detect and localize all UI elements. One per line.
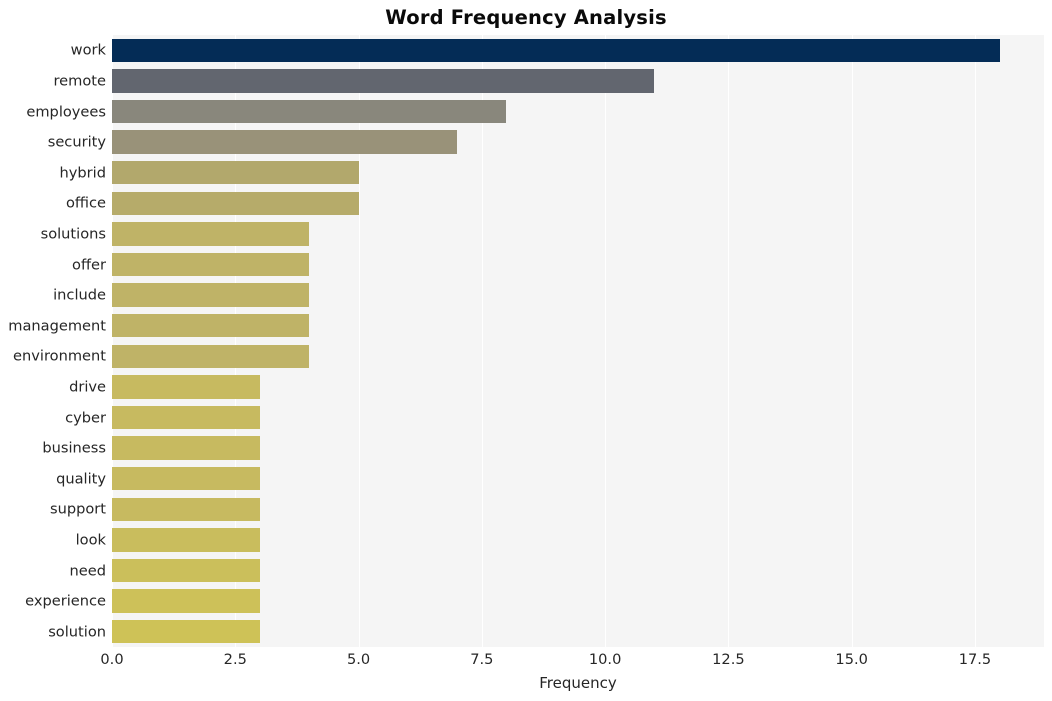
y-tick-label-drive: drive — [69, 378, 106, 396]
bar-band — [112, 188, 1044, 219]
bar-environment[interactable] — [112, 344, 310, 368]
bar-band — [112, 157, 1044, 188]
bar-security[interactable] — [112, 130, 458, 154]
bar-offer[interactable] — [112, 252, 310, 277]
bar-band — [112, 341, 1044, 372]
y-tick-label-experience: experience — [25, 592, 106, 610]
bar-band — [112, 402, 1044, 433]
y-tick-label-include: include — [53, 286, 106, 304]
x-tick-label-0.0: 0.0 — [100, 651, 124, 668]
bar-employees[interactable] — [112, 99, 507, 124]
bar-band — [112, 555, 1044, 586]
bar-hybrid[interactable] — [112, 161, 359, 185]
y-tick-label-look: look — [75, 531, 106, 549]
y-tick-label-employees: employees — [26, 103, 106, 120]
bar-drive[interactable] — [112, 375, 260, 399]
y-tick-label-hybrid: hybrid — [59, 164, 106, 182]
bar-quality[interactable] — [112, 467, 260, 491]
y-tick-label-business: business — [42, 439, 106, 457]
plot-area — [112, 35, 1044, 647]
bar-look[interactable] — [112, 528, 260, 552]
bar-band — [112, 96, 1044, 127]
bar-band — [112, 310, 1044, 341]
y-tick-label-quality: quality — [56, 470, 106, 488]
y-tick-label-management: management — [8, 317, 106, 335]
x-tick-label-10.0: 10.0 — [588, 651, 622, 668]
bar-band — [112, 463, 1044, 494]
bar-band — [112, 525, 1044, 556]
bar-solution[interactable] — [112, 620, 260, 644]
bar-band — [112, 616, 1044, 647]
bar-band — [112, 127, 1044, 158]
x-tick-label-12.5: 12.5 — [712, 651, 745, 668]
bar-need[interactable] — [112, 558, 260, 583]
bar-band — [112, 219, 1044, 250]
y-tick-label-need: need — [69, 562, 106, 579]
bar-experience[interactable] — [112, 589, 260, 613]
y-tick-label-security: security — [47, 133, 106, 151]
bar-band — [112, 494, 1044, 525]
word-frequency-chart-figure: Word Frequency Analysis work remote employ… — [0, 0, 1052, 701]
bar-band — [112, 586, 1044, 617]
bar-band — [112, 372, 1044, 403]
y-tick-label-support: support — [49, 500, 106, 518]
x-tick-label-7.5: 7.5 — [470, 651, 494, 668]
chart-title: Word Frequency Analysis — [385, 6, 667, 29]
bar-include[interactable] — [112, 283, 310, 307]
y-tick-label-cyber: cyber — [65, 409, 106, 426]
bars-container — [112, 35, 1044, 647]
x-tick-label-15.0: 15.0 — [835, 651, 868, 668]
bar-office[interactable] — [112, 191, 359, 215]
bar-band — [112, 249, 1044, 280]
bar-band — [112, 433, 1044, 464]
y-tick-label-work: work — [70, 41, 106, 59]
bar-business[interactable] — [112, 436, 260, 460]
bar-solutions[interactable] — [112, 222, 310, 246]
y-tick-label-office: office — [65, 194, 106, 212]
bar-support[interactable] — [112, 497, 260, 521]
bar-cyber[interactable] — [112, 405, 260, 430]
x-tick-label-2.5: 2.5 — [223, 651, 247, 668]
x-axis-tick-labels: 0.0 2.5 5.0 7.5 10.0 12.5 15.0 17.5 — [100, 651, 1044, 675]
x-tick-label-17.5: 17.5 — [958, 651, 992, 668]
bar-band — [112, 35, 1044, 66]
bar-remote[interactable] — [112, 69, 655, 93]
y-tick-label-environment: environment — [13, 347, 106, 365]
y-axis-tick-labels: work remote employees security hybrid office s… — [0, 35, 106, 647]
bar-work[interactable] — [112, 38, 1000, 62]
x-axis-label: Frequency — [539, 674, 617, 692]
y-tick-label-solution: solution — [48, 623, 106, 641]
y-tick-label-solutions: solutions — [40, 225, 106, 243]
bar-band — [112, 66, 1044, 97]
x-tick-label-5.0: 5.0 — [346, 651, 371, 668]
bar-management[interactable] — [112, 314, 310, 338]
bar-band — [112, 280, 1044, 311]
y-tick-label-remote: remote — [53, 72, 106, 90]
y-tick-label-offer: offer — [72, 256, 106, 273]
